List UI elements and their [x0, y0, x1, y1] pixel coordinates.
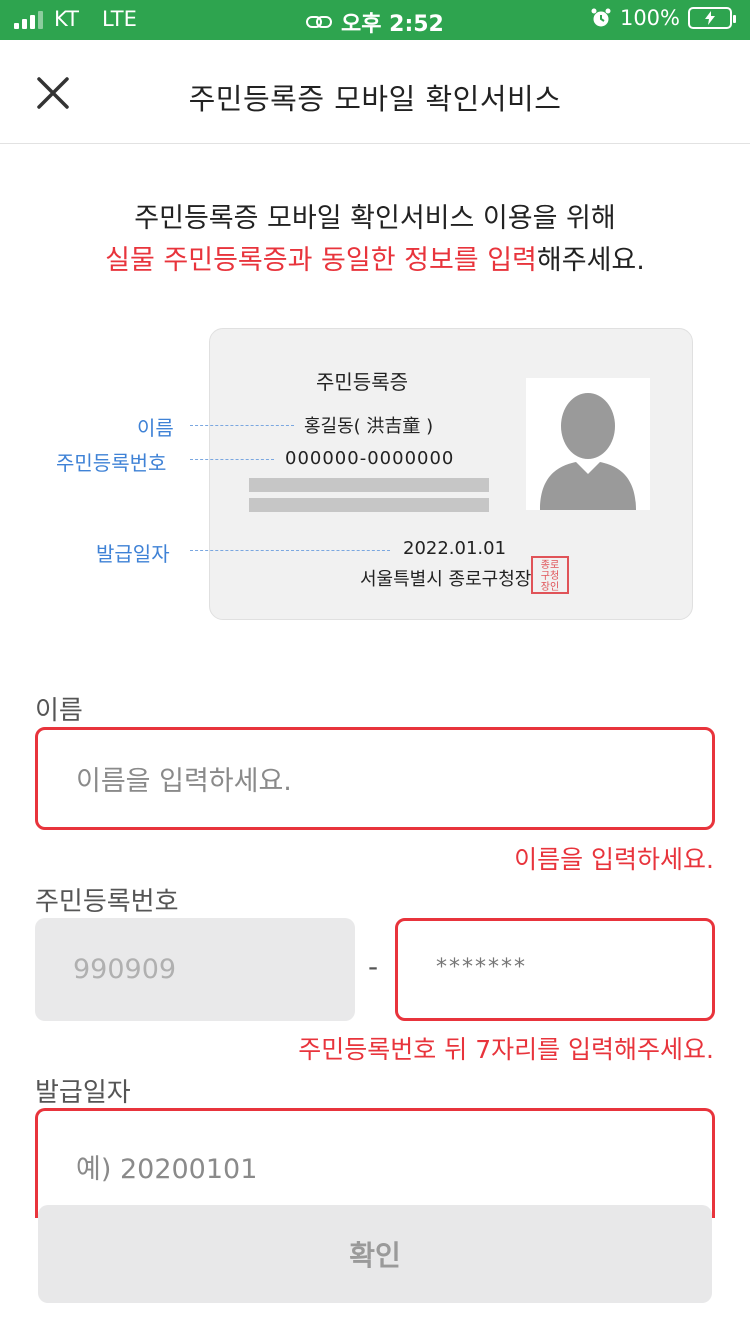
card-rrn: 000000-0000000 — [285, 448, 455, 469]
battery-percent: 100% — [619, 6, 680, 30]
seal-stamp: 종로 구청 장인 — [531, 556, 569, 594]
rrn-front-input[interactable]: 990909 — [35, 918, 355, 1021]
page-title: 주민등록증 모바일 확인서비스 — [188, 82, 562, 116]
card-issuer: 서울특별시 종로구청장 — [360, 569, 532, 590]
rrn-back-input[interactable]: ******* — [395, 918, 715, 1021]
name-placeholder: 이름을 입력하세요. — [76, 766, 292, 797]
network-label: LTE — [102, 7, 137, 31]
rrn-back-placeholder: ******* — [436, 955, 527, 980]
card-title: 주민등록증 — [316, 370, 408, 394]
status-right: 100% — [590, 6, 736, 30]
rrn-error: 주민등록번호 뒤 7자리를 입력해주세요. — [298, 1035, 714, 1064]
card-address-bar — [249, 498, 489, 512]
rrn-label: 주민등록번호 — [35, 887, 179, 917]
issue-date-label: 발급일자 — [35, 1078, 131, 1108]
label-callout-name: 이름 — [137, 416, 174, 440]
issue-date-placeholder: 예) 20200101 — [76, 1154, 258, 1185]
name-error: 이름을 입력하세요. — [514, 845, 714, 874]
intro-line-2: 실물 주민등록증과 동일한 정보를 입력해주세요. — [0, 240, 750, 282]
intro-highlight: 실물 주민등록증과 동일한 정보를 입력 — [105, 245, 537, 276]
card-issue-date: 2022.01.01 — [403, 538, 507, 559]
carrier-label: KT — [54, 7, 79, 31]
link-icon — [306, 16, 332, 28]
status-bar: KT LTE 오후 2:52 100% — [0, 0, 750, 40]
charging-bolt-icon — [705, 11, 715, 25]
card-name: 홍길동( 洪吉童 ) — [304, 416, 434, 437]
callout-line — [190, 550, 390, 551]
signal-icon — [14, 11, 43, 29]
name-input[interactable]: 이름을 입력하세요. — [35, 727, 715, 830]
confirm-button[interactable]: 확인 — [38, 1205, 712, 1303]
rrn-front-value: 990909 — [73, 954, 177, 985]
issue-date-input[interactable]: 예) 20200101 — [35, 1108, 715, 1218]
status-center: 오후 2:52 — [305, 6, 444, 38]
name-label: 이름 — [35, 696, 83, 726]
intro-text: 주민등록증 모바일 확인서비스 이용을 위해 실물 주민등록증과 동일한 정보를… — [0, 198, 750, 282]
battery-icon — [688, 7, 736, 29]
card-photo — [526, 378, 650, 510]
label-callout-rrn: 주민등록번호 — [56, 451, 167, 475]
page-header: 주민등록증 모바일 확인서비스 — [0, 40, 750, 144]
callout-line — [190, 459, 274, 460]
rrn-separator: - — [368, 950, 379, 983]
intro-line-2-rest: 해주세요. — [536, 245, 645, 276]
intro-line-1: 주민등록증 모바일 확인서비스 이용을 위해 — [134, 203, 616, 234]
label-callout-issue-date: 발급일자 — [96, 542, 170, 566]
alarm-icon — [591, 8, 611, 27]
card-address-bar — [249, 478, 489, 492]
clock: 오후 2:52 — [341, 12, 444, 37]
person-silhouette-icon — [540, 393, 636, 510]
callout-line — [190, 425, 294, 426]
